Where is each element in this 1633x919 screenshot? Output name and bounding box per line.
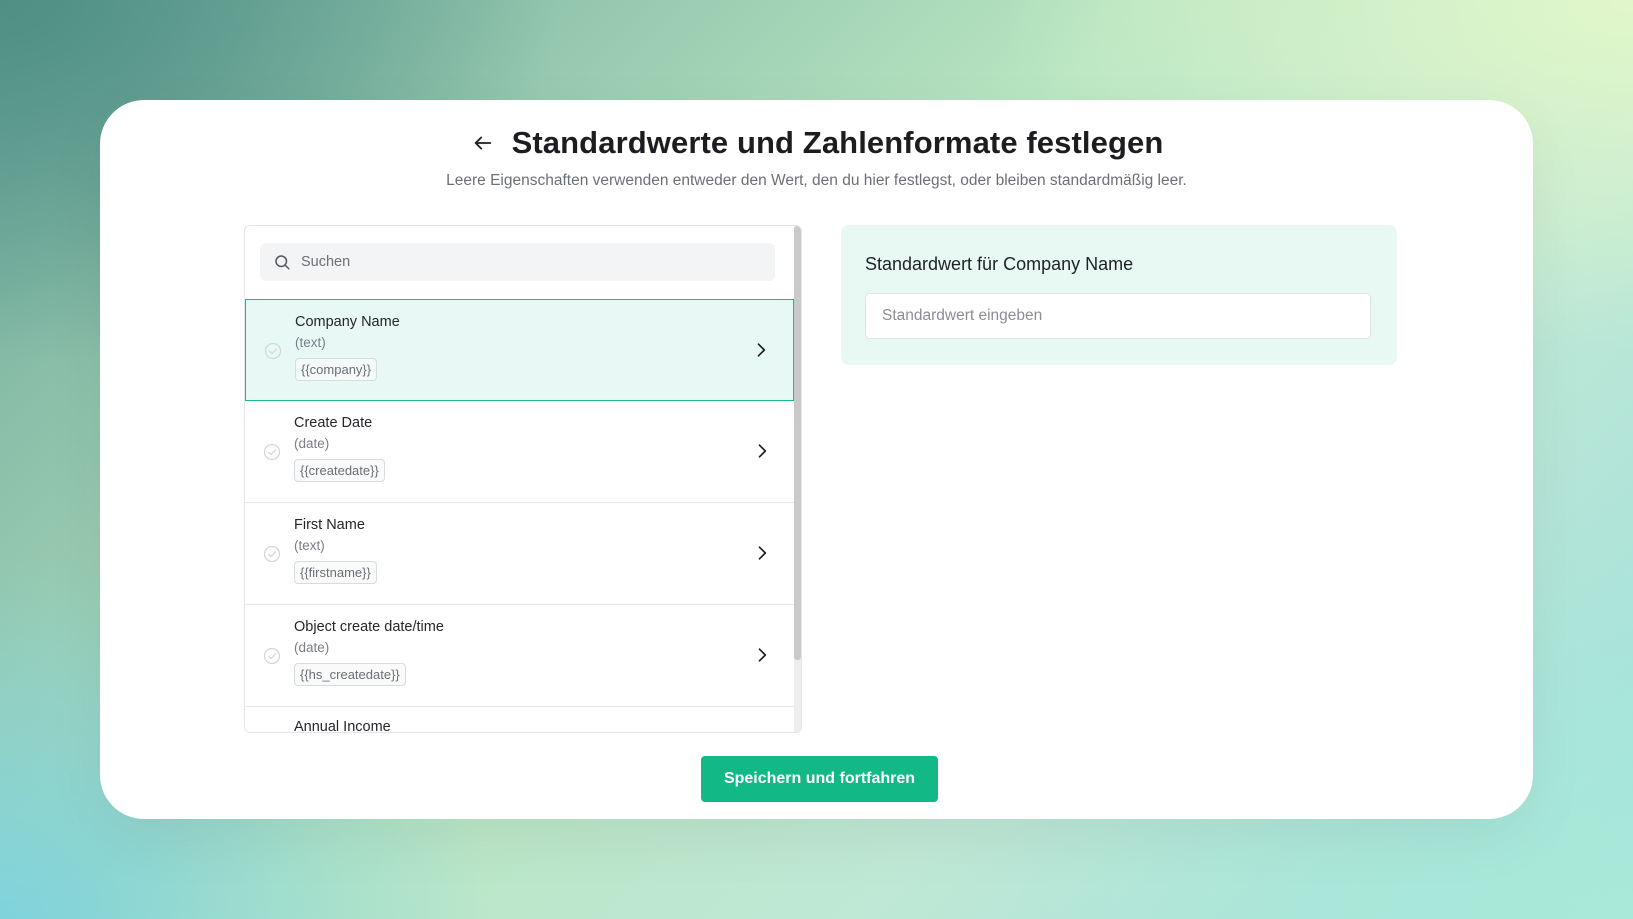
property-name: Object create date/time (294, 619, 444, 635)
property-name: Company Name (295, 314, 400, 330)
search-icon (273, 253, 291, 271)
property-token: {{createdate}} (294, 459, 385, 482)
property-token: {{hs_createdate}} (294, 663, 406, 686)
list-scrollbar[interactable] (794, 226, 801, 732)
property-token: {{company}} (295, 358, 378, 381)
property-type: (date) (294, 640, 330, 655)
property-type: (text) (295, 335, 326, 350)
dialog-card: Standardwerte und Zahlenformate festlege… (100, 100, 1533, 819)
page-title: Standardwerte und Zahlenformate festlege… (511, 125, 1164, 160)
page-subtitle: Leere Eigenschaften verwenden entweder d… (446, 172, 1187, 189)
search-input[interactable]: Suchen (260, 243, 775, 281)
default-value-input[interactable] (865, 293, 1371, 339)
search-placeholder: Suchen (301, 254, 351, 270)
property-name: Annual Income (294, 719, 391, 733)
chevron-right-icon (752, 441, 772, 461)
list-item-annual-income[interactable]: Annual Income (245, 707, 794, 733)
property-list-panel: Suchen Company Name (text) {{company}} C… (244, 225, 802, 733)
chevron-right-icon (752, 543, 772, 563)
save-and-continue-button[interactable]: Speichern und fortfahren (701, 756, 938, 802)
list-item-first-name[interactable]: First Name (text) {{firstname}} (245, 503, 794, 605)
property-name: First Name (294, 517, 365, 533)
chevron-right-icon (751, 340, 771, 360)
list-item-create-date[interactable]: Create Date (date) {{createdate}} (245, 401, 794, 503)
property-list: Company Name (text) {{company}} Create D… (245, 299, 794, 733)
chevron-right-icon (752, 645, 772, 665)
scrollbar-thumb[interactable] (794, 226, 801, 660)
check-circle-icon[interactable] (262, 646, 282, 666)
back-arrow-icon[interactable] (470, 130, 496, 156)
list-item-object-create-date[interactable]: Object create date/time (date) {{hs_crea… (245, 605, 794, 707)
property-token: {{firstname}} (294, 561, 377, 584)
check-circle-icon[interactable] (262, 442, 282, 462)
property-type: (text) (294, 538, 325, 553)
header: Standardwerte und Zahlenformate festlege… (100, 125, 1533, 161)
property-name: Create Date (294, 415, 373, 431)
list-item-company-name[interactable]: Company Name (text) {{company}} (245, 299, 794, 401)
property-type: (date) (294, 436, 330, 451)
default-value-label: Standardwert für Company Name (865, 254, 1134, 274)
default-value-panel: Standardwert für Company Name (841, 225, 1397, 365)
check-circle-icon[interactable] (262, 544, 282, 564)
check-circle-icon[interactable] (263, 341, 283, 361)
